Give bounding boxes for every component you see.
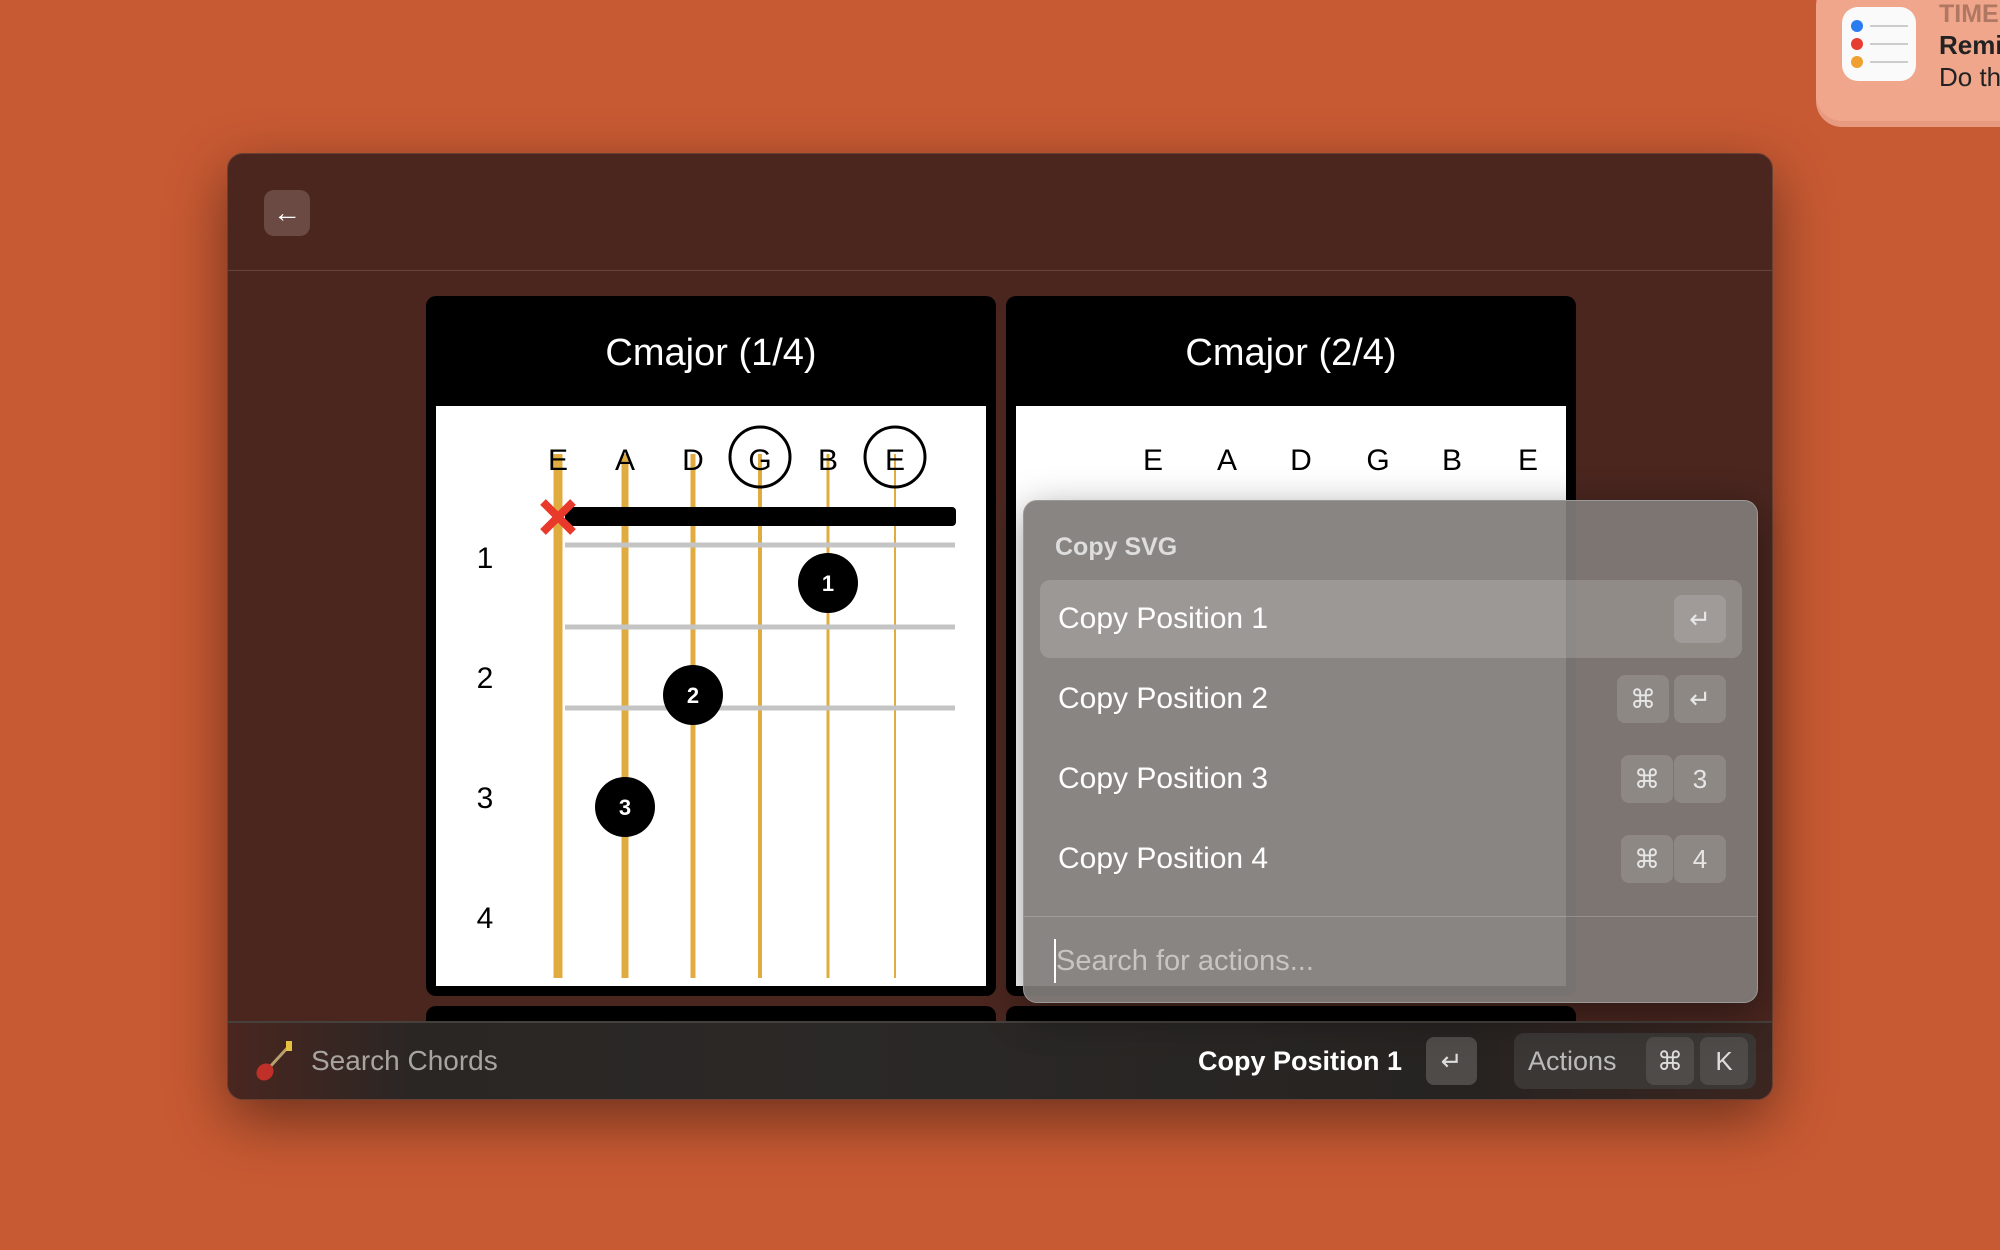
command-key-icon: ⌘ xyxy=(1646,1037,1694,1085)
section-header: Copy SVG xyxy=(1055,533,1178,561)
action-copy-position-3[interactable]: Copy Position 3 ⌘ 3 xyxy=(1040,740,1742,818)
search-chords-input[interactable]: Search Chords xyxy=(311,1045,498,1077)
search-actions-input[interactable] xyxy=(1054,939,1734,983)
chord-title: Cmajor (1/4) xyxy=(605,332,817,374)
action-copy-position-4[interactable]: Copy Position 4 ⌘ 4 xyxy=(1040,820,1742,898)
guitar-icon xyxy=(252,1039,296,1088)
actions-popup: Copy SVG Copy Position 1 ↵ Copy Position … xyxy=(1023,500,1758,1003)
return-key-icon: ↵ xyxy=(1674,595,1726,643)
notification-title: Remi xyxy=(1939,30,2000,60)
action-copy-position-2[interactable]: Copy Position 2 ⌘ ↵ xyxy=(1040,660,1742,738)
reminder-notification[interactable]: TIME Remi Do th xyxy=(1816,0,2000,121)
action-label: Copy Position 4 xyxy=(1058,842,1269,875)
primary-action-button[interactable]: Copy Position 1 xyxy=(1198,1046,1402,1077)
chord-diagram-area xyxy=(436,406,986,986)
arrow-left-icon: ← xyxy=(273,197,301,228)
command-key-icon: ⌘ xyxy=(1617,675,1669,723)
back-button[interactable]: ← xyxy=(264,190,310,236)
footer-bar: Search Chords Copy Position 1 ↵ Actions … xyxy=(228,1021,1772,1099)
return-key-icon: ↵ xyxy=(1674,675,1726,723)
key-3-icon: 3 xyxy=(1674,755,1726,803)
action-label: Copy Position 1 xyxy=(1058,602,1269,635)
actions-label: Actions xyxy=(1528,1046,1617,1076)
reminders-app-icon xyxy=(1842,7,1916,81)
key-4-icon: 4 xyxy=(1674,835,1726,883)
return-key-icon: ↵ xyxy=(1426,1037,1477,1085)
notification-body: Do th xyxy=(1939,62,2000,92)
action-copy-position-1[interactable]: Copy Position 1 ↵ xyxy=(1040,580,1742,658)
command-key-icon: ⌘ xyxy=(1621,835,1673,883)
notification-app-label: TIME xyxy=(1939,0,1999,28)
chord-card-1[interactable]: Cmajor (1/4) xyxy=(426,296,996,996)
command-key-icon: ⌘ xyxy=(1621,755,1673,803)
actions-button[interactable]: Actions ⌘ K xyxy=(1514,1033,1756,1089)
action-label: Copy Position 3 xyxy=(1058,762,1269,795)
header-divider xyxy=(228,270,1772,271)
k-key-icon: K xyxy=(1700,1037,1748,1085)
action-label: Copy Position 2 xyxy=(1058,682,1269,715)
popup-divider xyxy=(1024,916,1757,917)
chord-title: Cmajor (2/4) xyxy=(1185,332,1397,374)
